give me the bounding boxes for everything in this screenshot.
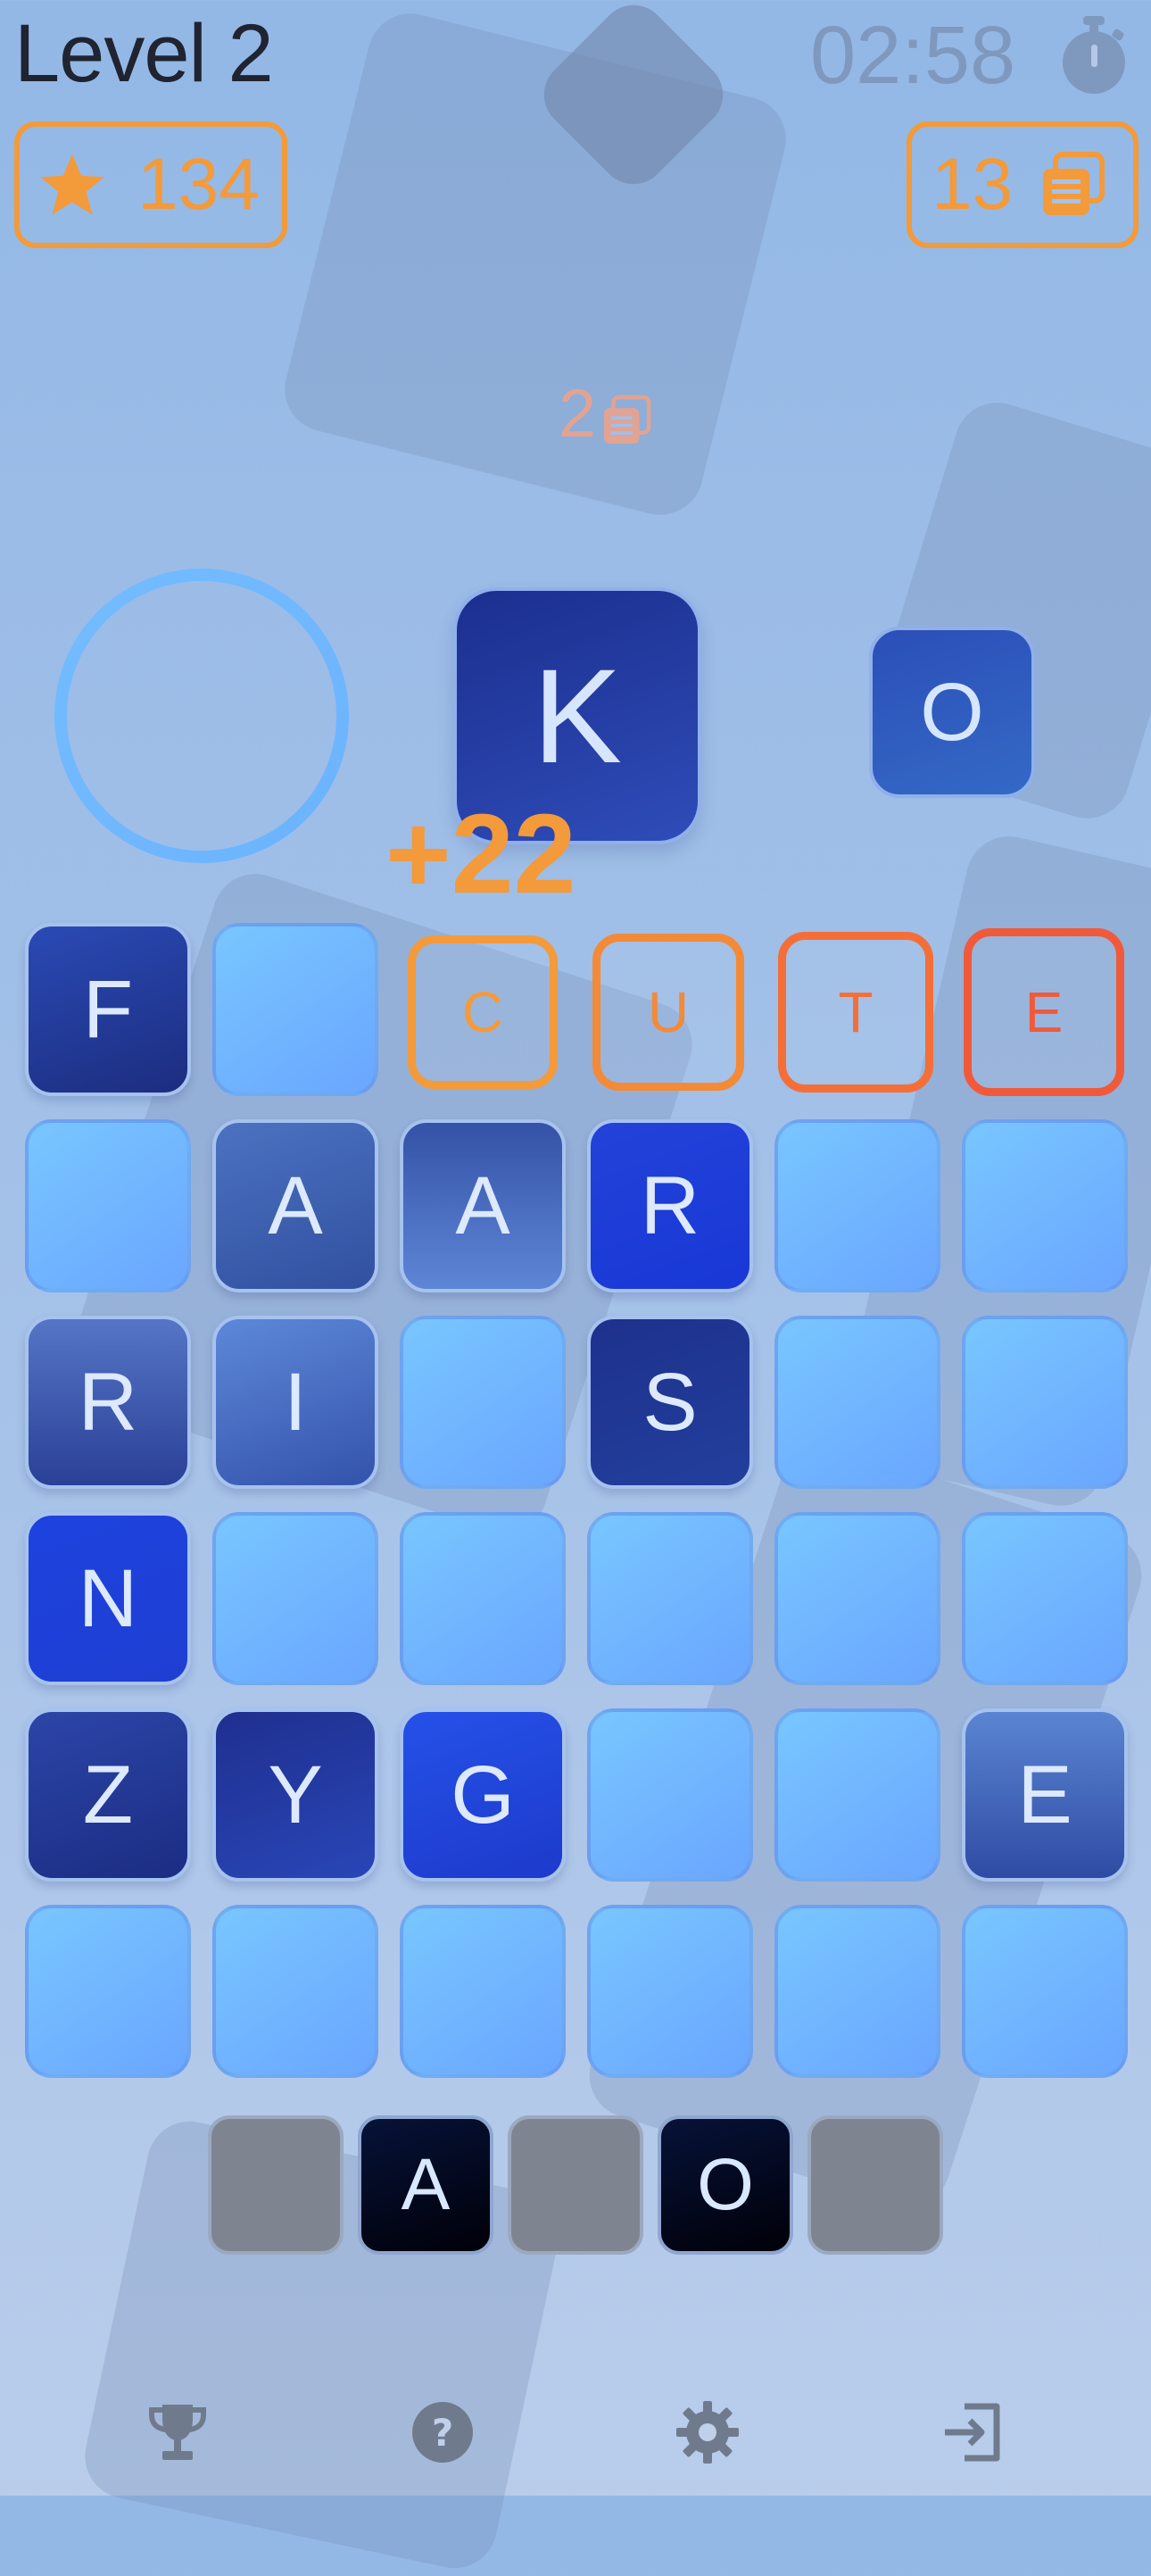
board-tile[interactable]: [212, 1905, 378, 2078]
board-tile[interactable]: [25, 1119, 191, 1292]
board-tile[interactable]: [25, 1905, 191, 2078]
ring-indicator: [54, 569, 349, 863]
board-tile[interactable]: N: [25, 1512, 191, 1685]
board-tile[interactable]: T: [778, 932, 933, 1093]
star-icon: [40, 154, 104, 215]
board-tile[interactable]: [212, 923, 378, 1096]
score-value: 134: [137, 144, 260, 225]
rack-slot[interactable]: O: [658, 2115, 793, 2255]
cards-icon: [604, 395, 651, 444]
board-tile[interactable]: [962, 1316, 1128, 1489]
rack-slot[interactable]: [807, 2115, 943, 2255]
board-tile[interactable]: C: [408, 935, 558, 1089]
level-title: Level 2: [14, 8, 274, 99]
score-counter: 134: [14, 121, 287, 248]
rack-slot[interactable]: [208, 2115, 344, 2255]
rack-slot[interactable]: [508, 2115, 643, 2255]
next-letter-tile: O: [869, 627, 1035, 798]
board-tile[interactable]: S: [587, 1316, 753, 1489]
board-tile[interactable]: [962, 1905, 1128, 2078]
board-tile[interactable]: G: [400, 1708, 566, 1882]
board-tile[interactable]: R: [25, 1316, 191, 1489]
help-icon[interactable]: ?: [410, 2399, 476, 2465]
board-tile[interactable]: [400, 1316, 566, 1489]
cards-icon: [1043, 152, 1105, 215]
words-counter: 13: [907, 121, 1139, 248]
board-tile[interactable]: F: [25, 923, 191, 1096]
board-tile[interactable]: [400, 1512, 566, 1685]
board-tile[interactable]: [774, 1119, 940, 1292]
board-tile[interactable]: R: [587, 1119, 753, 1292]
board-tile[interactable]: E: [962, 1708, 1128, 1882]
pending-words-count: 2: [559, 376, 597, 452]
board-tile[interactable]: A: [212, 1119, 378, 1292]
board-tile[interactable]: U: [592, 934, 744, 1091]
board-tile[interactable]: [774, 1905, 940, 2078]
board-tile[interactable]: [774, 1708, 940, 1882]
settings-icon[interactable]: [675, 2399, 741, 2465]
board-tile[interactable]: [774, 1512, 940, 1685]
trophy-icon[interactable]: [145, 2399, 211, 2465]
board-tile[interactable]: [212, 1512, 378, 1685]
board-tile[interactable]: [962, 1119, 1128, 1292]
pending-words-indicator: 2: [559, 375, 653, 453]
board-tile[interactable]: [400, 1905, 566, 2078]
board-tile[interactable]: Z: [25, 1708, 191, 1882]
board-tile[interactable]: [774, 1316, 940, 1489]
rack-slot[interactable]: A: [358, 2115, 493, 2255]
svg-text:?: ?: [432, 2411, 453, 2455]
board-tile[interactable]: Y: [212, 1708, 378, 1882]
board-tile[interactable]: I: [212, 1316, 378, 1489]
board-tile[interactable]: [587, 1905, 753, 2078]
stopwatch-icon: [1063, 16, 1125, 94]
board-tile[interactable]: [587, 1512, 753, 1685]
board-tile[interactable]: [587, 1708, 753, 1882]
exit-icon[interactable]: [940, 2399, 1006, 2465]
board-tile[interactable]: A: [400, 1119, 566, 1292]
board-tile[interactable]: E: [964, 928, 1124, 1096]
words-count-value: 13: [932, 144, 1014, 225]
board-tile[interactable]: [962, 1512, 1128, 1685]
timer: 02:58: [810, 10, 1016, 101]
score-popup: +22: [385, 791, 576, 917]
